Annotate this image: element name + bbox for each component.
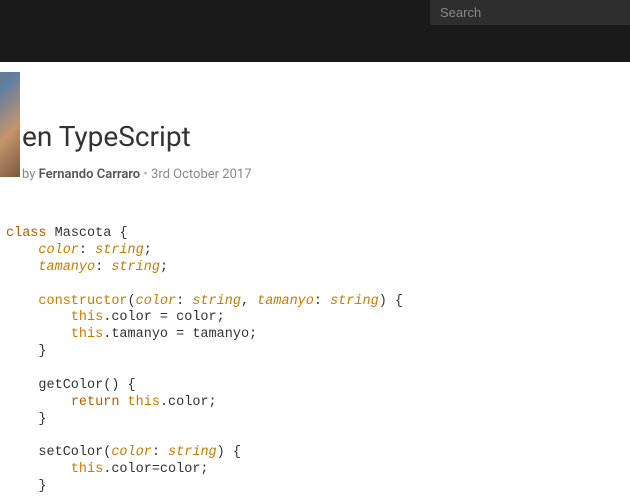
colon: : xyxy=(79,243,95,258)
byline: by Fernando Carraro • 3rd October 2017 xyxy=(22,167,630,182)
by-prefix: by xyxy=(22,167,39,182)
class-name: Mascota xyxy=(47,226,120,241)
title-section: en TypeScript by Fernando Carraro • 3rd … xyxy=(0,82,630,182)
kw-this: this xyxy=(128,395,160,410)
assign-color: .color = color; xyxy=(103,310,225,325)
assign-tamanyo: .tamanyo = tamanyo; xyxy=(103,327,257,342)
type-string: string xyxy=(330,294,379,309)
indent xyxy=(6,327,71,342)
lparen: ( xyxy=(128,294,136,309)
rparen-lbrace: ) { xyxy=(379,294,403,309)
page-title: en TypeScript xyxy=(22,120,630,153)
rparen-lbrace: ) { xyxy=(217,445,241,460)
indent xyxy=(6,479,38,494)
param-tamanyo: tamanyo xyxy=(257,294,314,309)
indent xyxy=(6,344,38,359)
comma: , xyxy=(241,294,257,309)
param-color: color xyxy=(136,294,177,309)
method-getcolor: getColor() { xyxy=(38,378,135,393)
param-color: color xyxy=(111,445,152,460)
colon: : xyxy=(176,294,192,309)
semi: ; xyxy=(144,243,152,258)
kw-return: return xyxy=(71,395,120,410)
indent xyxy=(6,412,38,427)
content-area: en TypeScript by Fernando Carraro • 3rd … xyxy=(0,62,630,502)
type-string: string xyxy=(192,294,241,309)
kw-this: this xyxy=(71,462,103,477)
kw-this: this xyxy=(71,310,103,325)
indent xyxy=(6,243,38,258)
indent xyxy=(6,294,38,309)
colon: : xyxy=(95,260,111,275)
dot-color: .color; xyxy=(160,395,217,410)
search-filter-dropdown[interactable]: All ▾ xyxy=(626,6,630,20)
indent xyxy=(6,310,71,325)
search-box: All ▾ xyxy=(430,0,630,25)
rbrace: } xyxy=(38,412,46,427)
article-date: 3rd October 2017 xyxy=(151,167,251,182)
space xyxy=(119,395,127,410)
method-setcolor-open: setColor( xyxy=(38,445,111,460)
indent xyxy=(6,378,38,393)
indent xyxy=(6,445,38,460)
author-link[interactable]: Fernando Carraro xyxy=(39,167,141,182)
kw-class: class xyxy=(6,226,47,241)
search-input[interactable] xyxy=(430,5,626,20)
avatar xyxy=(0,72,20,177)
indent xyxy=(6,260,38,275)
prop-tamanyo: tamanyo xyxy=(38,260,95,275)
type-string: string xyxy=(168,445,217,460)
byline-separator: • xyxy=(140,167,151,182)
indent xyxy=(6,395,71,410)
colon: : xyxy=(152,445,168,460)
rbrace: } xyxy=(38,479,46,494)
semi: ; xyxy=(160,260,168,275)
type-string: string xyxy=(111,260,160,275)
prop-color: color xyxy=(38,243,79,258)
colon: : xyxy=(314,294,330,309)
header-bar: All ▾ xyxy=(0,0,630,25)
kw-constructor: constructor xyxy=(38,294,127,309)
code-block: class Mascota { color: string; tamanyo: … xyxy=(0,220,630,502)
rbrace: } xyxy=(38,344,46,359)
indent xyxy=(6,462,71,477)
assign-color-set: .color=color; xyxy=(103,462,208,477)
kw-this: this xyxy=(71,327,103,342)
lbrace: { xyxy=(119,226,127,241)
type-string: string xyxy=(95,243,144,258)
subheader-bar xyxy=(0,25,630,62)
